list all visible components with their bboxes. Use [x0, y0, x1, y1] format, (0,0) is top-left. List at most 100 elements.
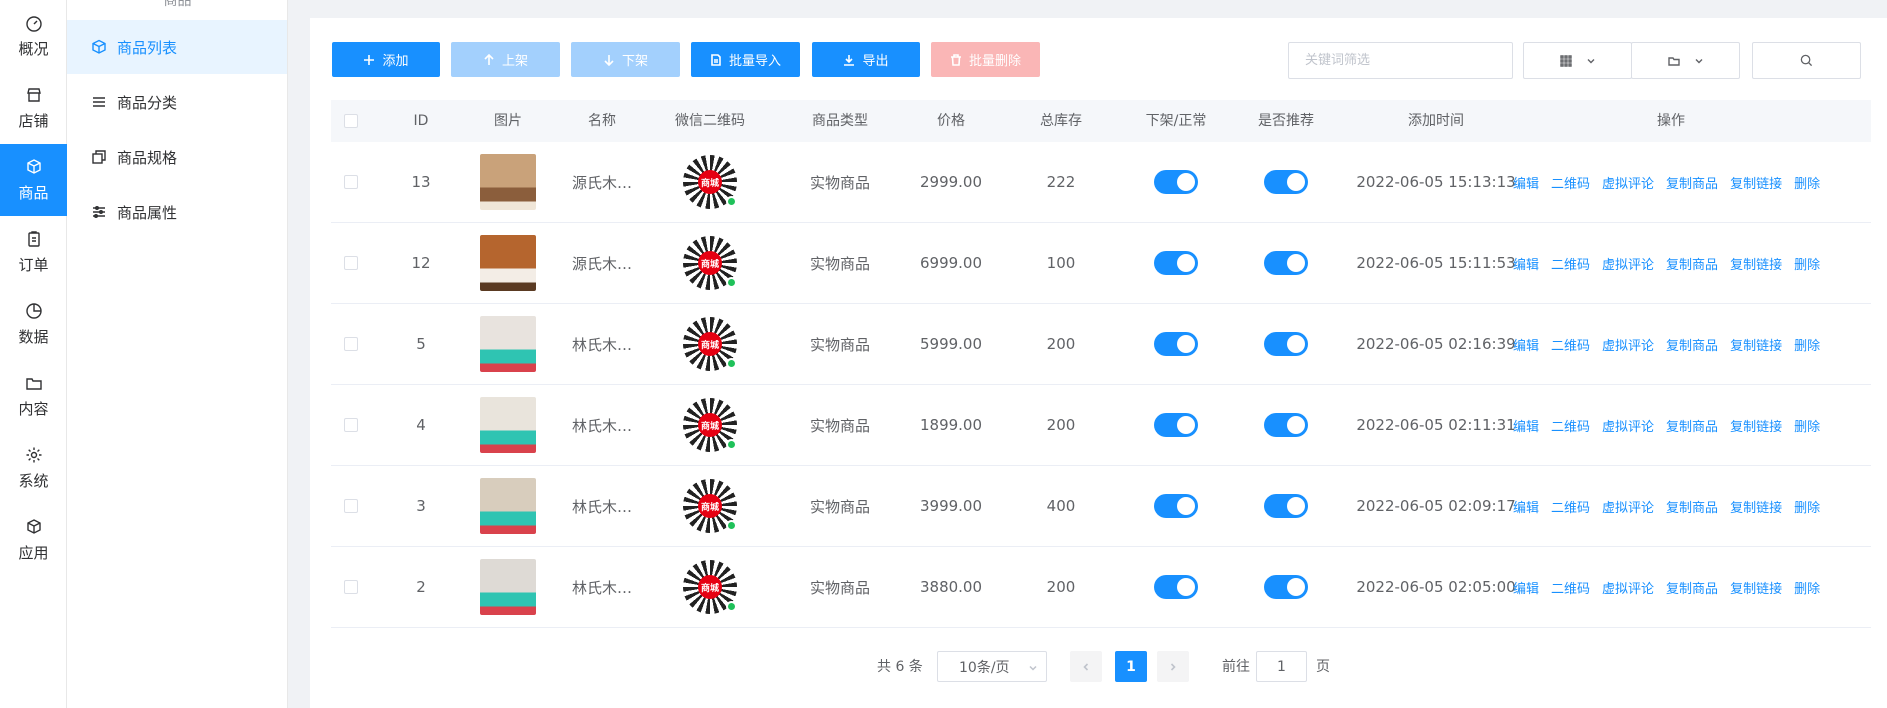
recommend-toggle[interactable]	[1264, 575, 1308, 599]
cell-qr: 商城	[655, 547, 765, 627]
recommend-toggle[interactable]	[1264, 251, 1308, 275]
copy-product-link[interactable]: 复制商品	[1666, 335, 1718, 354]
edit-link[interactable]: 编辑	[1513, 497, 1539, 516]
page-number-current[interactable]: 1	[1115, 651, 1147, 682]
wechat-qr-code[interactable]: 商城	[683, 560, 737, 614]
qr-badge: 商城	[698, 413, 722, 437]
row-checkbox[interactable]	[344, 175, 358, 189]
select-all-checkbox[interactable]	[344, 114, 358, 128]
virtual-review-link[interactable]: 虚拟评论	[1602, 578, 1654, 597]
row-checkbox[interactable]	[344, 337, 358, 351]
virtual-review-link[interactable]: 虚拟评论	[1602, 335, 1654, 354]
copy-url-link[interactable]: 复制链接	[1730, 335, 1782, 354]
wechat-qr-code[interactable]: 商城	[683, 479, 737, 533]
batch-delete-button[interactable]: 批量删除	[931, 42, 1040, 77]
copy-url-link[interactable]: 复制链接	[1730, 254, 1782, 273]
qrcode-link[interactable]: 二维码	[1551, 254, 1590, 273]
qrcode-link[interactable]: 二维码	[1551, 497, 1590, 516]
row-checkbox[interactable]	[344, 580, 358, 594]
nav-item-system[interactable]: 系统	[0, 432, 67, 504]
status-toggle[interactable]	[1154, 251, 1198, 275]
nav-item-content[interactable]: 内容	[0, 360, 67, 432]
edit-link[interactable]: 编辑	[1513, 335, 1539, 354]
folder-filter-dropdown[interactable]	[1631, 42, 1740, 79]
recommend-toggle[interactable]	[1264, 332, 1308, 356]
wechat-qr-code[interactable]: 商城	[683, 155, 737, 209]
copy-product-link[interactable]: 复制商品	[1666, 254, 1718, 273]
goto-page-input[interactable]	[1256, 651, 1307, 682]
submenu-item-spec[interactable]: 商品规格	[67, 130, 287, 184]
product-thumbnail[interactable]	[480, 235, 536, 291]
virtual-review-link[interactable]: 虚拟评论	[1602, 497, 1654, 516]
status-toggle[interactable]	[1154, 413, 1198, 437]
wechat-qr-code[interactable]: 商城	[683, 317, 737, 371]
wechat-qr-code[interactable]: 商城	[683, 236, 737, 290]
recommend-toggle[interactable]	[1264, 494, 1308, 518]
cell-time: 2022-06-05 02:05:00	[1356, 578, 1516, 596]
delete-link[interactable]: 删除	[1794, 173, 1820, 192]
view-toggle-dropdown[interactable]	[1523, 42, 1632, 79]
qrcode-link[interactable]: 二维码	[1551, 335, 1590, 354]
status-toggle[interactable]	[1154, 575, 1198, 599]
delete-link[interactable]: 删除	[1794, 416, 1820, 435]
nav-item-overview[interactable]: 概况	[0, 0, 67, 72]
copy-url-link[interactable]: 复制链接	[1730, 416, 1782, 435]
qrcode-link[interactable]: 二维码	[1551, 173, 1590, 192]
product-thumbnail[interactable]	[480, 559, 536, 615]
add-button[interactable]: 添加	[332, 42, 440, 77]
copy-url-link[interactable]: 复制链接	[1730, 578, 1782, 597]
prev-page-button[interactable]	[1070, 651, 1102, 682]
delete-link[interactable]: 删除	[1794, 497, 1820, 516]
recommend-toggle[interactable]	[1264, 413, 1308, 437]
edit-link[interactable]: 编辑	[1513, 254, 1539, 273]
virtual-review-link[interactable]: 虚拟评论	[1602, 173, 1654, 192]
status-toggle[interactable]	[1154, 170, 1198, 194]
page-size-select[interactable]: 10条/页	[937, 651, 1047, 682]
column-header-id: ID	[413, 113, 429, 129]
copy-product-link[interactable]: 复制商品	[1666, 173, 1718, 192]
nav-item-label: 数据	[18, 327, 49, 346]
delete-link[interactable]: 删除	[1794, 335, 1820, 354]
nav-item-store[interactable]: 店铺	[0, 72, 67, 144]
copy-url-link[interactable]: 复制链接	[1730, 173, 1782, 192]
copy-url-link[interactable]: 复制链接	[1730, 497, 1782, 516]
delete-link[interactable]: 删除	[1794, 578, 1820, 597]
nav-item-data[interactable]: 数据	[0, 288, 67, 360]
edit-link[interactable]: 编辑	[1513, 416, 1539, 435]
copy-product-link[interactable]: 复制商品	[1666, 578, 1718, 597]
batch-import-button[interactable]: 批量导入	[691, 42, 800, 77]
status-toggle[interactable]	[1154, 332, 1198, 356]
row-checkbox[interactable]	[344, 418, 358, 432]
edit-link[interactable]: 编辑	[1513, 578, 1539, 597]
submenu-item-attribute[interactable]: 商品属性	[67, 185, 287, 239]
row-checkbox[interactable]	[344, 499, 358, 513]
delete-link[interactable]: 删除	[1794, 254, 1820, 273]
nav-item-orders[interactable]: 订单	[0, 216, 67, 288]
on-shelf-button-label: 上架	[501, 54, 528, 69]
keyword-search-input[interactable]	[1288, 42, 1513, 79]
product-thumbnail[interactable]	[480, 478, 536, 534]
edit-link[interactable]: 编辑	[1513, 173, 1539, 192]
product-thumbnail[interactable]	[480, 316, 536, 372]
status-toggle[interactable]	[1154, 494, 1198, 518]
submenu-item-category[interactable]: 商品分类	[67, 75, 287, 129]
nav-item-apps[interactable]: 应用	[0, 504, 67, 576]
wechat-qr-code[interactable]: 商城	[683, 398, 737, 452]
product-thumbnail[interactable]	[480, 397, 536, 453]
virtual-review-link[interactable]: 虚拟评论	[1602, 254, 1654, 273]
submenu-item-product-list[interactable]: 商品列表	[67, 20, 287, 74]
recommend-toggle[interactable]	[1264, 170, 1308, 194]
off-shelf-button[interactable]: 下架	[571, 42, 680, 77]
qrcode-link[interactable]: 二维码	[1551, 578, 1590, 597]
product-thumbnail[interactable]	[480, 154, 536, 210]
on-shelf-button[interactable]: 上架	[451, 42, 560, 77]
export-button[interactable]: 导出	[812, 42, 920, 77]
copy-product-link[interactable]: 复制商品	[1666, 416, 1718, 435]
next-page-button[interactable]	[1157, 651, 1189, 682]
nav-item-products[interactable]: 商品	[0, 144, 67, 216]
copy-product-link[interactable]: 复制商品	[1666, 497, 1718, 516]
search-button[interactable]	[1752, 42, 1861, 79]
qrcode-link[interactable]: 二维码	[1551, 416, 1590, 435]
virtual-review-link[interactable]: 虚拟评论	[1602, 416, 1654, 435]
row-checkbox[interactable]	[344, 256, 358, 270]
